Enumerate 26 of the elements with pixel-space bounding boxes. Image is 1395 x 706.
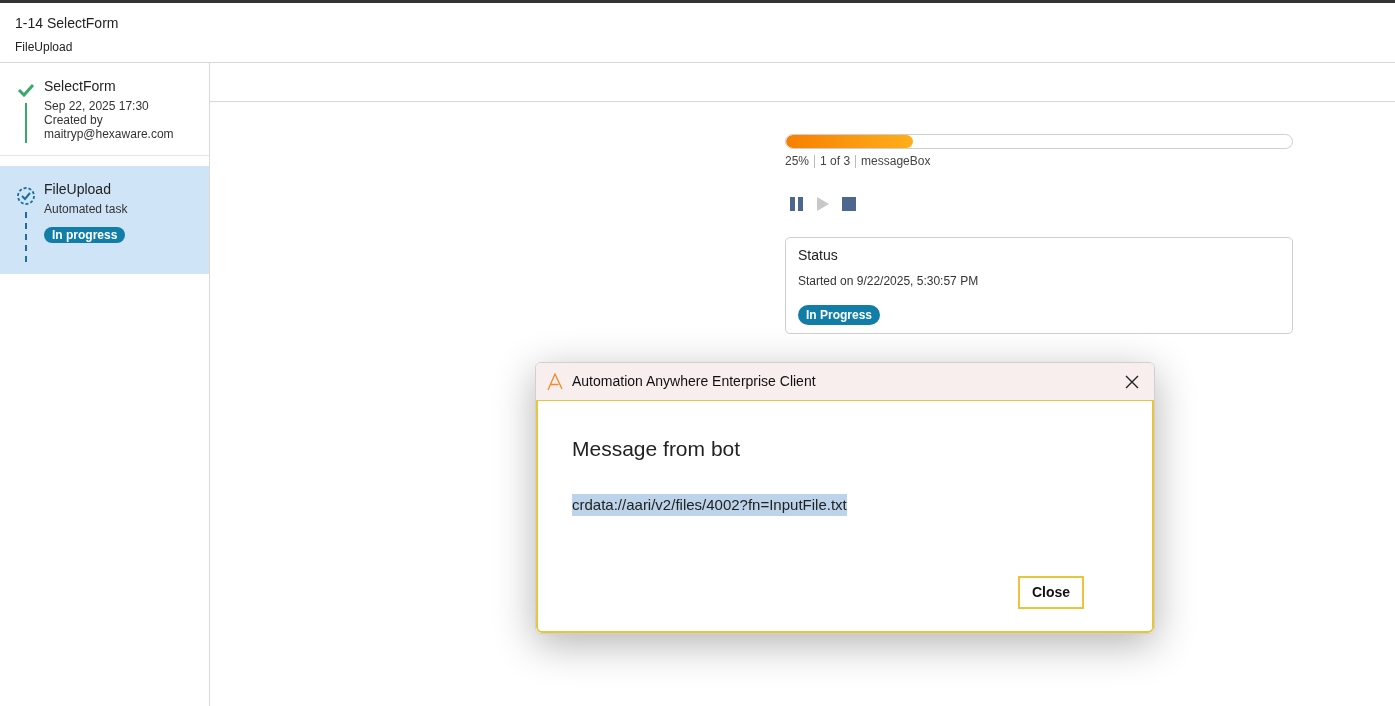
step-detail: Sep 22, 2025 17:30 [44, 99, 150, 113]
checkmark-icon [17, 83, 35, 97]
status-badge: In progress [44, 227, 126, 243]
step-item[interactable]: FileUpload Automated task In progress [0, 166, 209, 274]
pause-button[interactable] [789, 196, 805, 212]
progress-step: 1 of 3 [820, 152, 851, 170]
logo-icon [546, 372, 564, 391]
dialog-title: Automation Anywhere Enterprise Client [572, 372, 817, 391]
dialog-message: crdata://aari/v2/files/4002?fn=InputFile.txt [572, 493, 847, 516]
progress-percent: 25% [785, 153, 810, 170]
page-title: 1-14 SelectForm [15, 14, 120, 33]
progress-action: messageBox [861, 153, 931, 170]
step-detail: Automated task [44, 202, 128, 216]
status-badge: In Progress [798, 305, 881, 325]
close-button[interactable]: Close [1017, 576, 1084, 609]
close-icon[interactable] [1124, 373, 1140, 390]
step-name: FileUpload [44, 182, 112, 196]
step-detail: Created by [44, 113, 104, 127]
step-name: SelectForm [44, 79, 117, 93]
status-started: Started on 9/22/2025, 5:30:57 PM [798, 273, 979, 290]
page-subtitle: FileUpload [15, 39, 74, 56]
stop-button[interactable] [841, 196, 857, 212]
dialog-heading: Message from bot [572, 436, 742, 462]
status-title: Status [798, 246, 838, 265]
dashed-check-circle-icon [16, 186, 36, 206]
step-detail: maitryp@hexaware.com [44, 127, 174, 141]
